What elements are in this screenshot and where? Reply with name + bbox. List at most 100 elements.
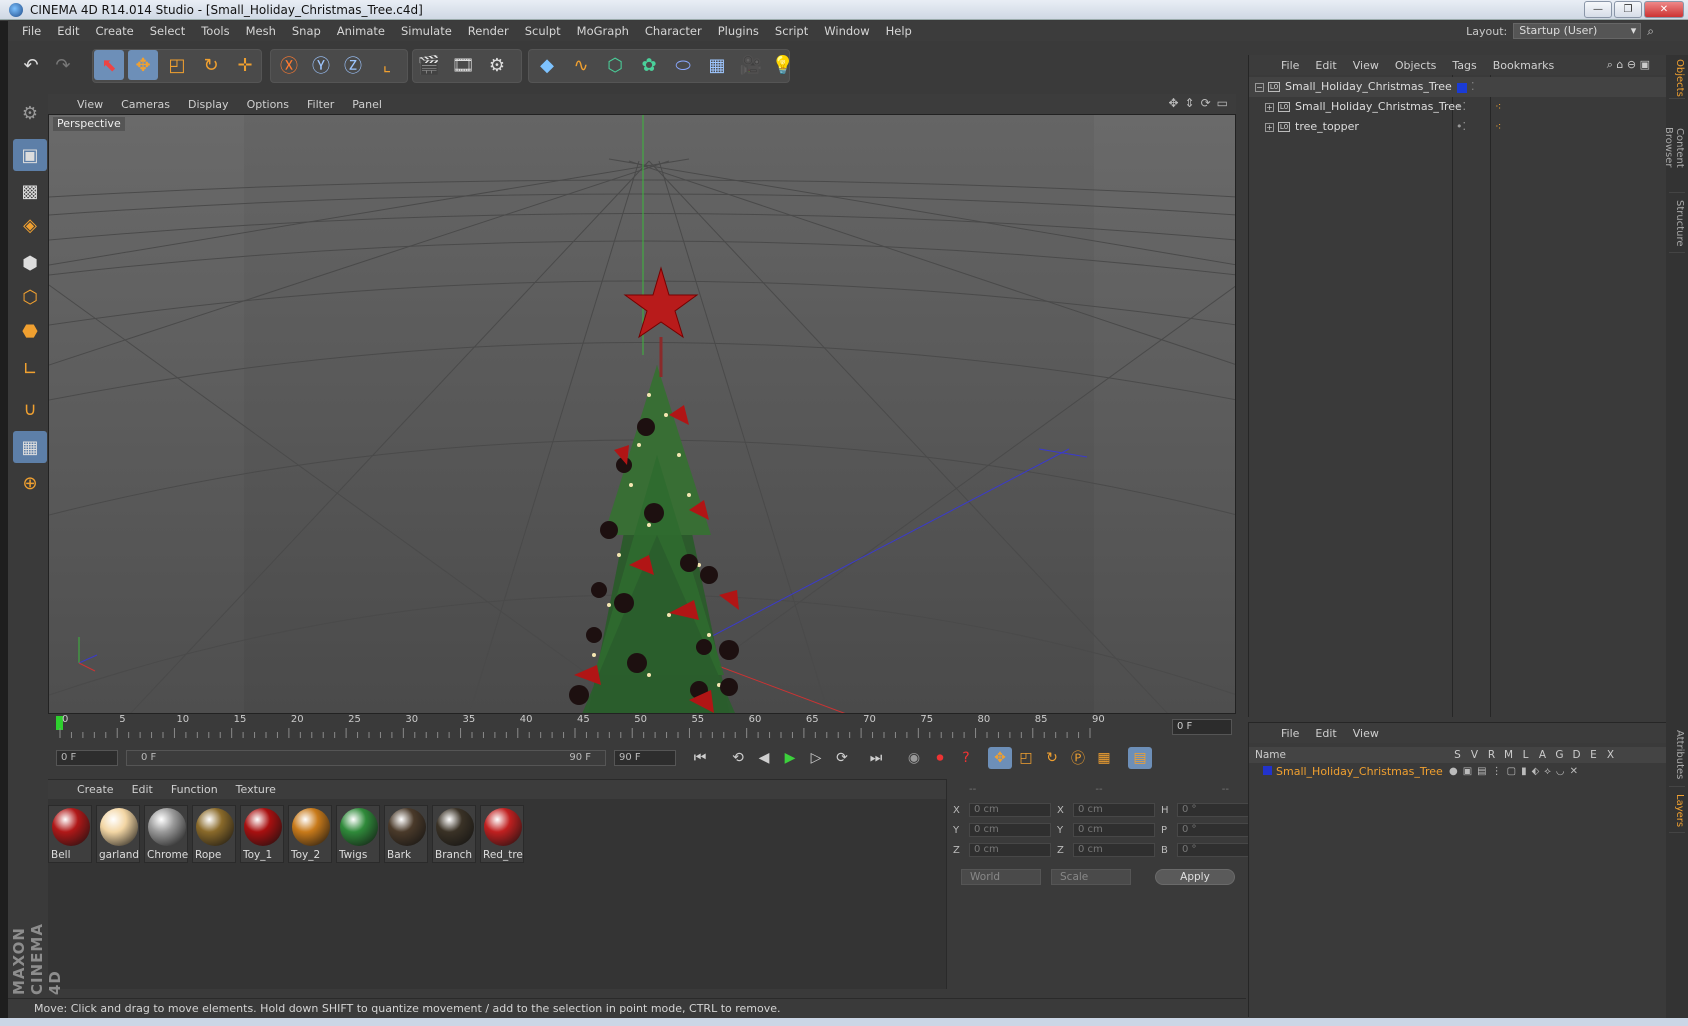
- material-bell[interactable]: Bell: [48, 805, 92, 863]
- menu-mograph[interactable]: MoGraph: [569, 21, 637, 41]
- size-y-field[interactable]: 0 cm: [1073, 823, 1155, 837]
- start-frame-field[interactable]: 0 F: [56, 750, 118, 766]
- magnet-icon[interactable]: ∪: [13, 393, 47, 425]
- obj-menu-view[interactable]: View: [1345, 59, 1387, 72]
- render-picture-viewer-icon[interactable]: 🎞: [448, 50, 478, 80]
- timeline-ruler[interactable]: 0 5 10 15 20 25 30 35 40 45 50 55 60 65 70 75 80 85 90 0 F: [48, 714, 1236, 740]
- key-parameter-icon[interactable]: Ⓟ: [1066, 747, 1090, 769]
- collapse-icon[interactable]: −: [1255, 82, 1264, 92]
- menu-select[interactable]: Select: [142, 21, 193, 41]
- menu-edit[interactable]: Edit: [49, 21, 87, 41]
- search-icon[interactable]: ⌕: [1647, 24, 1654, 39]
- menu-mesh[interactable]: Mesh: [238, 21, 284, 41]
- rotation-b-field[interactable]: 0 °: [1177, 843, 1259, 857]
- menu-help[interactable]: Help: [878, 21, 920, 41]
- column-manager[interactable]: M: [1500, 747, 1517, 763]
- current-frame-field[interactable]: 0 F: [1172, 719, 1232, 735]
- menu-tools[interactable]: Tools: [193, 21, 237, 41]
- object-row-topper[interactable]: + L0 tree_topper •⁚ ⁖: [1249, 117, 1667, 137]
- scale-icon[interactable]: ◰: [162, 50, 192, 80]
- menu-sculpt[interactable]: Sculpt: [517, 21, 569, 41]
- model-mode-icon[interactable]: ▣: [13, 139, 47, 171]
- undo-icon[interactable]: ↶: [16, 50, 46, 80]
- nurbs-icon[interactable]: ⬡: [600, 50, 630, 80]
- obj-menu-file[interactable]: File: [1273, 59, 1307, 72]
- obj-menu-tags[interactable]: Tags: [1444, 59, 1484, 72]
- object-row-root[interactable]: − L0 Small_Holiday_Christmas_Tree ⁚: [1249, 77, 1667, 97]
- visibility-dots-icon[interactable]: ⁚: [1471, 77, 1475, 97]
- obj-menu-edit[interactable]: Edit: [1307, 59, 1344, 72]
- column-generators[interactable]: G: [1551, 747, 1568, 763]
- key-rotation-icon[interactable]: ↻: [1040, 747, 1064, 769]
- timeline-window-icon[interactable]: ▤: [1128, 747, 1152, 769]
- layout-dropdown[interactable]: Startup (User): [1513, 23, 1642, 39]
- axis-mode-icon[interactable]: ∟: [13, 353, 47, 385]
- workplane-mode-icon[interactable]: ◈: [13, 209, 47, 241]
- tab-attributes[interactable]: Attributes: [1669, 723, 1685, 787]
- layer-color-swatch[interactable]: [1263, 766, 1272, 775]
- record-keys-icon[interactable]: ◉: [902, 747, 926, 769]
- mograph-cloner-icon[interactable]: ✿: [634, 50, 664, 80]
- viewport-menu-cameras[interactable]: Cameras: [112, 98, 179, 111]
- position-z-field[interactable]: 0 cm: [969, 843, 1051, 857]
- workplane-lock-icon[interactable]: ▦: [13, 431, 47, 463]
- menu-window[interactable]: Window: [816, 21, 877, 41]
- menu-plugins[interactable]: Plugins: [710, 21, 767, 41]
- material-menu-texture[interactable]: Texture: [227, 783, 285, 796]
- material-twigs[interactable]: Twigs: [336, 805, 380, 863]
- menu-animate[interactable]: Animate: [329, 21, 393, 41]
- next-frame-icon[interactable]: ▷: [804, 747, 828, 769]
- position-y-field[interactable]: 0 cm: [969, 823, 1051, 837]
- camera-icon[interactable]: 🎥: [736, 50, 766, 80]
- layer-menu-edit[interactable]: Edit: [1307, 727, 1344, 740]
- column-xref[interactable]: X: [1602, 747, 1619, 763]
- menu-snap[interactable]: Snap: [284, 21, 329, 41]
- layer-menu-file[interactable]: File: [1273, 727, 1307, 740]
- material-toy-2[interactable]: Toy_2: [288, 805, 332, 863]
- material-menu-function[interactable]: Function: [162, 783, 227, 796]
- menu-render[interactable]: Render: [460, 21, 517, 41]
- viewport-menu-options[interactable]: Options: [238, 98, 298, 111]
- redo-icon[interactable]: ↷: [48, 50, 78, 80]
- material-menu-edit[interactable]: Edit: [123, 783, 162, 796]
- column-expressions[interactable]: E: [1585, 747, 1602, 763]
- cube-icon[interactable]: ◆: [532, 50, 562, 80]
- frame-range-slider[interactable]: 0 F 90 F: [126, 750, 606, 766]
- layer-row[interactable]: Small_Holiday_Christmas_Tree ●▣▤⋮▢▮⬖⟡◡✕: [1249, 763, 1667, 781]
- points-mode-icon[interactable]: ⬢: [13, 247, 47, 279]
- column-locked[interactable]: L: [1517, 747, 1534, 763]
- tab-objects[interactable]: Objects: [1669, 55, 1685, 99]
- autokey-icon[interactable]: ⏺: [928, 747, 952, 769]
- live-select-icon[interactable]: ⬉: [94, 50, 124, 80]
- rotation-p-field[interactable]: 0 °: [1177, 823, 1259, 837]
- tab-structure[interactable]: Structure: [1669, 195, 1685, 253]
- go-to-end-icon[interactable]: ⏭: [864, 747, 888, 769]
- go-to-start-icon[interactable]: ⏮: [688, 747, 712, 769]
- tab-content-browser[interactable]: Content Browser: [1663, 103, 1685, 193]
- menu-file[interactable]: File: [14, 21, 49, 41]
- end-frame-field[interactable]: 90 F: [614, 750, 676, 766]
- layer-color-tag[interactable]: [1457, 83, 1467, 93]
- menu-character[interactable]: Character: [637, 21, 710, 41]
- layer-menu-view[interactable]: View: [1345, 727, 1387, 740]
- maximize-view-icon[interactable]: ▭: [1217, 96, 1228, 110]
- key-position-icon[interactable]: ✥: [988, 747, 1012, 769]
- menu-create[interactable]: Create: [88, 21, 142, 41]
- floor-icon[interactable]: ▦: [702, 50, 732, 80]
- viewport-menu-view[interactable]: View: [68, 98, 112, 111]
- column-render[interactable]: R: [1483, 747, 1500, 763]
- edges-mode-icon[interactable]: ⬡: [13, 281, 47, 313]
- position-x-field[interactable]: 0 cm: [969, 803, 1051, 817]
- restore-button[interactable]: ❐: [1614, 1, 1642, 18]
- deformer-icon[interactable]: ⬭: [668, 50, 698, 80]
- orbit-icon[interactable]: ⟳: [1201, 96, 1211, 110]
- texture-mode-icon[interactable]: ▩: [13, 175, 47, 207]
- material-branch[interactable]: Branch: [432, 805, 476, 863]
- key-pla-icon[interactable]: ▦: [1092, 747, 1116, 769]
- coordinate-space-dropdown[interactable]: World: [961, 869, 1041, 885]
- z-axis-lock-icon[interactable]: Ⓩ: [338, 50, 368, 80]
- column-deformers[interactable]: D: [1568, 747, 1585, 763]
- key-scale-icon[interactable]: ◰: [1014, 747, 1038, 769]
- viewport-menu-filter[interactable]: Filter: [298, 98, 343, 111]
- material-tags-icon[interactable]: ⁖: [1495, 117, 1501, 137]
